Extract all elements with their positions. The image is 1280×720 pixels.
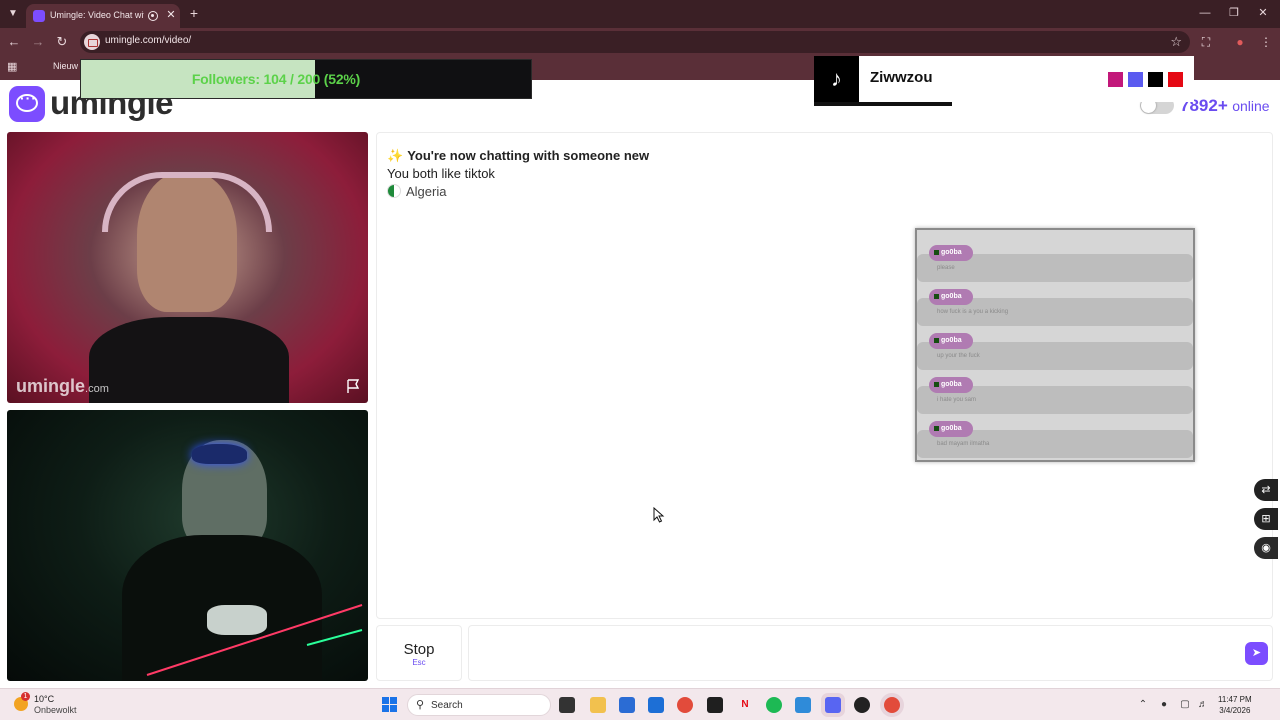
color-swatch xyxy=(1148,72,1163,87)
chrome-active-icon[interactable] xyxy=(884,697,900,713)
outlook-icon[interactable] xyxy=(648,697,664,713)
weather-desc: Onbewolkt xyxy=(34,705,77,715)
tab-close-icon[interactable]: ✕ xyxy=(164,8,178,22)
apps-icon[interactable]: ⊞ xyxy=(1254,508,1278,530)
window-close-icon[interactable]: ✕ xyxy=(1254,5,1272,21)
task-view-icon[interactable] xyxy=(559,697,575,713)
mouse-cursor-icon xyxy=(653,507,665,523)
site-info-icon[interactable] xyxy=(84,34,100,50)
system-clock[interactable]: 11:47 PM 3/4/2026 xyxy=(1218,694,1252,716)
stranger-video: umingle.com xyxy=(7,132,368,403)
umingle-watermark: umingle.com xyxy=(16,376,109,396)
profile-avatar-icon[interactable]: ● xyxy=(1232,34,1248,50)
browser-toolbar: ← → ↻ umingle.com/video/ ☆ ⛶ ● ⋮ xyxy=(0,28,1280,56)
stop-button[interactable]: Stop Esc xyxy=(376,625,462,681)
message-input[interactable] xyxy=(468,625,1273,681)
restore-icon[interactable]: ❐ xyxy=(1225,5,1243,21)
online-label: online xyxy=(1232,98,1270,114)
overlay-username: go0ba xyxy=(929,377,973,393)
tab-title: Umingle: Video Chat with S xyxy=(50,10,144,20)
reload-icon[interactable]: ↻ xyxy=(54,34,70,50)
stop-shortcut-hint: Esc xyxy=(412,658,426,667)
volume-icon[interactable]: ♬ xyxy=(1196,698,1210,712)
clock-time: 11:47 PM xyxy=(1218,695,1252,704)
system-message-common-interest: You both like tiktok xyxy=(387,166,495,181)
minimize-icon[interactable]: — xyxy=(1196,5,1214,21)
tray-overflow-icon[interactable]: ⌃ xyxy=(1136,698,1150,712)
netflix-icon[interactable]: N xyxy=(737,697,753,713)
send-icon[interactable]: ➤ xyxy=(1245,642,1268,665)
store-icon[interactable] xyxy=(619,697,635,713)
stream-chat-overlay: please go0ba how fuck is a you a kicking… xyxy=(915,228,1195,462)
weather-badge: 1 xyxy=(21,692,30,701)
followers-goal-text: Followers: 104 / 200 (52%) xyxy=(191,71,361,87)
stranger-hoodie xyxy=(89,317,289,403)
stranger-country: Algeria xyxy=(387,184,446,199)
shield-app-icon[interactable] xyxy=(707,697,723,713)
tiktok-card-underline xyxy=(814,102,952,106)
system-message-new-chat: ✨ You're now chatting with someone new xyxy=(387,148,650,163)
windows-start-icon[interactable] xyxy=(382,697,398,713)
taskbar: 1 10°C Onbewolkt ⚲ Search N ⌃ ● ▢ ♬ 11:4… xyxy=(0,688,1280,720)
clock-date: 3/4/2026 xyxy=(1219,706,1251,715)
bookmark-star-icon[interactable]: ☆ xyxy=(1170,34,1182,50)
umingle-favicon-icon xyxy=(33,10,45,22)
spotify-icon[interactable] xyxy=(766,697,782,713)
color-swatch xyxy=(1168,72,1183,87)
color-swatch xyxy=(1108,72,1123,87)
overlay-username: go0ba xyxy=(929,333,973,349)
stop-label: Stop xyxy=(403,641,435,658)
bookmark-item[interactable]: Nieuw xyxy=(53,61,78,71)
microphone-icon[interactable]: ● xyxy=(1157,698,1171,712)
taskbar-search[interactable]: ⚲ Search xyxy=(407,694,551,716)
keyboard-rgb xyxy=(146,604,363,676)
overlay-username: go0ba xyxy=(929,421,973,437)
url-text: umingle.com/video/ xyxy=(105,35,192,46)
headphones xyxy=(102,172,272,232)
tab-strip: ▼ Umingle: Video Chat with S ✕ + — ❐ ✕ xyxy=(0,0,1280,28)
obs-icon[interactable] xyxy=(854,697,870,713)
tiktok-name-card: ♪ Ziwwzou xyxy=(814,56,1194,102)
discord-icon[interactable]: ◉ xyxy=(1254,537,1278,559)
browser-tab-umingle[interactable]: Umingle: Video Chat with S ✕ xyxy=(26,4,180,28)
apps-grid-icon[interactable]: ▦ xyxy=(7,61,19,73)
followers-goal-bar: Followers: 104 / 200 (52%) xyxy=(80,59,532,99)
report-flag-icon[interactable] xyxy=(345,378,361,394)
search-icon: ⚲ xyxy=(416,699,425,711)
forward-arrow-icon[interactable]: → xyxy=(30,34,46,50)
chrome-icon[interactable] xyxy=(677,697,693,713)
tiktok-username: Ziwwzou xyxy=(870,69,933,86)
color-swatch xyxy=(1128,72,1143,87)
file-explorer-icon[interactable] xyxy=(590,697,606,713)
new-tab-button[interactable]: + xyxy=(186,5,202,21)
extensions-icon[interactable]: ⛶ xyxy=(1198,34,1214,50)
recording-icon xyxy=(148,11,158,21)
umingle-logo-icon[interactable] xyxy=(9,86,45,122)
search-label: Search xyxy=(431,700,463,711)
self-video xyxy=(7,410,368,681)
overlay-username: go0ba xyxy=(929,245,973,261)
algeria-flag-icon xyxy=(387,184,401,198)
overlay-username: go0ba xyxy=(929,289,973,305)
network-icon[interactable]: ▢ xyxy=(1178,698,1192,712)
tab-search-icon[interactable]: ▼ xyxy=(5,6,21,22)
menu-kebab-icon[interactable]: ⋮ xyxy=(1258,34,1274,50)
cap xyxy=(192,444,247,464)
tiktok-logo-icon: ♪ xyxy=(814,56,859,102)
back-arrow-icon[interactable]: ← xyxy=(6,34,22,50)
discord-taskbar-icon[interactable] xyxy=(825,697,841,713)
weather-temp: 10°C xyxy=(34,694,55,704)
notepad-icon[interactable] xyxy=(795,697,811,713)
address-bar[interactable]: umingle.com/video/ ☆ xyxy=(80,31,1190,53)
translate-icon[interactable]: ⇄ xyxy=(1254,479,1278,501)
